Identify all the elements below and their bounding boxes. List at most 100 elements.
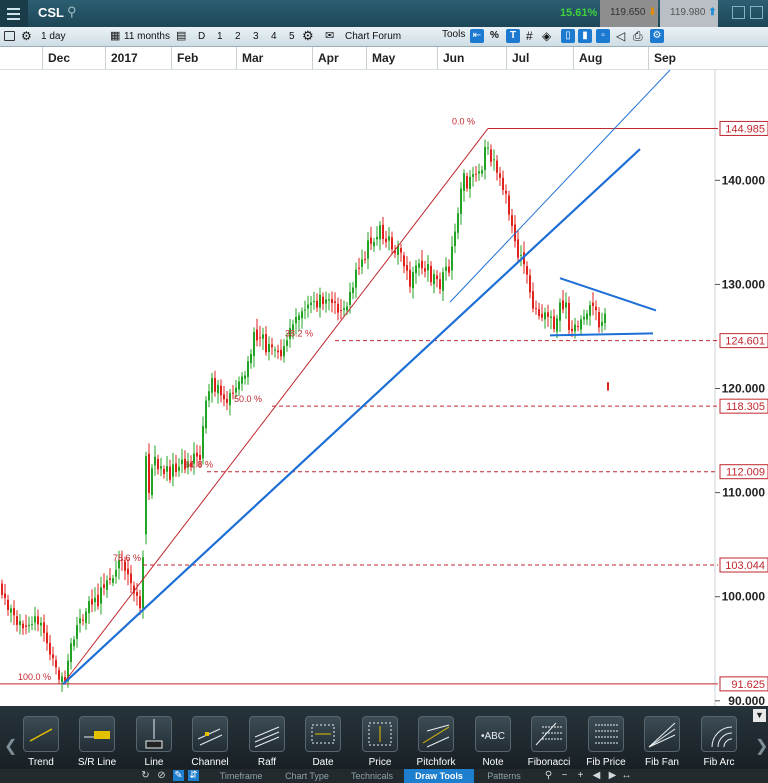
- no-entry-icon[interactable]: ⊘: [156, 770, 167, 781]
- zoom-out-icon[interactable]: −: [559, 770, 570, 781]
- period-select[interactable]: 11 months: [124, 31, 170, 42]
- candle-up: [88, 601, 90, 614]
- tool-label: Channel: [191, 757, 229, 768]
- candle-up: [556, 318, 558, 332]
- collapse-panel-icon[interactable]: ▼: [753, 709, 766, 722]
- candle-up: [478, 171, 480, 174]
- tool-channel[interactable]: Channel: [182, 716, 238, 772]
- search-icon[interactable]: ⚲: [67, 4, 77, 20]
- settings-icon[interactable]: ⚙: [21, 29, 32, 43]
- candle-up: [559, 302, 561, 321]
- tool-trend[interactable]: Trend: [13, 716, 69, 772]
- candle-down: [7, 599, 9, 610]
- candle-down: [334, 301, 336, 303]
- fib-arc-icon: [701, 716, 737, 752]
- fib-fan-icon: [644, 716, 680, 752]
- tool-price[interactable]: Price: [352, 716, 408, 772]
- y-tick-label: 90.000: [728, 694, 765, 706]
- pencil-icon[interactable]: ✎: [173, 770, 184, 781]
- tab-patterns[interactable]: Patterns: [474, 769, 534, 783]
- range-3[interactable]: 3: [253, 31, 259, 42]
- tool-date[interactable]: Date: [295, 716, 351, 772]
- range-5[interactable]: 5: [289, 31, 295, 42]
- fib-level-label: 38.2 %: [285, 329, 313, 339]
- trendline-uptrend: [62, 148, 641, 685]
- print-icon[interactable]: ⎙: [633, 29, 643, 44]
- candle-up: [85, 611, 87, 623]
- tool-fib-price[interactable]: Fib Price: [578, 716, 634, 772]
- volume-icon[interactable]: ▫: [596, 29, 610, 43]
- range-2[interactable]: 2: [235, 31, 241, 42]
- tool-fib-arc[interactable]: Fib Arc: [691, 716, 747, 772]
- candle-down: [196, 452, 198, 457]
- sell-price-button[interactable]: 119.650 ⬇: [600, 0, 658, 27]
- candles-icon[interactable]: ▯: [561, 29, 575, 43]
- chart-forum-link[interactable]: Chart Forum: [345, 31, 401, 42]
- candle-down: [82, 619, 84, 621]
- sort-icon[interactable]: ⇵: [188, 770, 199, 781]
- candle-up: [580, 319, 582, 330]
- chat-bubble-icon[interactable]: ✉: [325, 29, 334, 42]
- candle-down: [403, 255, 405, 267]
- interval-select[interactable]: 1 day: [41, 31, 65, 42]
- tool-note[interactable]: •ABC Note: [465, 716, 521, 772]
- cursor-tool-icon[interactable]: ⇤: [470, 29, 484, 43]
- tab-timeframe[interactable]: Timeframe: [205, 769, 277, 783]
- candle-down: [598, 312, 600, 328]
- chart-settings-icon[interactable]: ⚙: [650, 29, 664, 43]
- chart-toolbar: ⚙ 1 day ▦ 11 months ▤ D 1 2 3 4 5 ⚙ ✉ Ch…: [0, 27, 768, 47]
- tool-fib-fan[interactable]: Fib Fan: [634, 716, 690, 772]
- percent-toggle[interactable]: %: [490, 30, 499, 41]
- fib-price-tag: 112.009: [726, 467, 765, 479]
- month-label-2017: 2017: [105, 47, 171, 69]
- candle-down: [49, 642, 51, 655]
- eraser-icon[interactable]: ◁: [616, 29, 625, 43]
- sr-line-icon: [79, 716, 115, 752]
- timeline-header: Dec 2017 Feb Mar Apr May Jun Jul Aug Sep: [0, 47, 768, 70]
- candle-down: [337, 303, 339, 313]
- tab-technicals[interactable]: Technicals: [340, 769, 404, 783]
- candle-up: [202, 426, 204, 459]
- grid-icon[interactable]: #: [526, 29, 533, 43]
- candle-up: [295, 316, 297, 324]
- pan-left-icon[interactable]: ◀: [591, 770, 602, 781]
- candle-up: [493, 159, 495, 161]
- buy-price-button[interactable]: 119.980 ⬆: [660, 0, 718, 27]
- text-tool-icon[interactable]: T: [506, 29, 520, 43]
- tab-chart-type[interactable]: Chart Type: [277, 769, 337, 783]
- bars-icon[interactable]: ▮: [578, 29, 592, 43]
- candle-up: [106, 580, 108, 590]
- candle-up: [154, 456, 156, 466]
- candle-up: [40, 622, 42, 626]
- tab-draw-tools[interactable]: Draw Tools: [404, 769, 474, 783]
- range-d[interactable]: D: [198, 31, 205, 42]
- candle-up: [73, 639, 75, 647]
- crosshair-icon[interactable]: ◈: [542, 29, 551, 43]
- candle-up: [379, 225, 381, 240]
- tool-line[interactable]: Line: [126, 716, 182, 772]
- calendar-icon[interactable]: ▤: [176, 29, 186, 42]
- zoom-search-icon[interactable]: ⚲: [543, 770, 554, 781]
- tool-pitchfork[interactable]: Pitchfork: [408, 716, 464, 772]
- zoom-in-icon[interactable]: +: [575, 770, 586, 781]
- range-4[interactable]: 4: [271, 31, 277, 42]
- reset-zoom-icon[interactable]: ↔: [621, 770, 632, 781]
- refresh-icon[interactable]: ↻: [140, 770, 151, 781]
- close-window-icon[interactable]: [750, 6, 763, 19]
- tool-fibonacci[interactable]: Fibonacci: [521, 716, 577, 772]
- price-chart[interactable]: 90.000 100.000 110.000 120.000 130.000 140.00…: [0, 70, 768, 706]
- tool-s-r-line[interactable]: S/R Line: [69, 716, 125, 772]
- list-icon[interactable]: [4, 31, 15, 41]
- tool-raff[interactable]: Raff: [239, 716, 295, 772]
- detach-window-icon[interactable]: [732, 6, 745, 19]
- menu-icon[interactable]: [0, 0, 28, 27]
- scroll-right-icon[interactable]: ❯: [755, 736, 768, 756]
- range-1[interactable]: 1: [217, 31, 223, 42]
- candle-up: [586, 313, 588, 320]
- instrument-symbol[interactable]: CSL: [38, 5, 64, 20]
- trendline-triangle-upper: [559, 277, 657, 312]
- pan-right-icon[interactable]: ▶: [607, 770, 618, 781]
- candle-down: [127, 568, 129, 575]
- candle-down: [577, 326, 579, 328]
- gear-icon[interactable]: ⚙: [302, 28, 314, 44]
